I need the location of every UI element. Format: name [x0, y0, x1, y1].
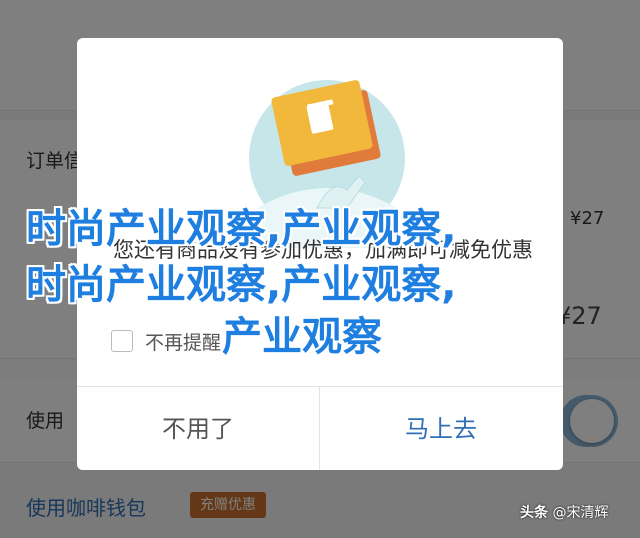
- source-logo: 头条: [520, 505, 548, 521]
- watermark-line-3: 产业观察: [222, 314, 382, 360]
- dialog-footer: 不用了 马上去: [77, 386, 563, 470]
- source-credit: 头条 @宋清辉: [520, 502, 608, 522]
- watermark-line-1: 时尚产业观察,产业观察,: [26, 206, 457, 252]
- dont-remind-checkbox[interactable]: [111, 330, 133, 352]
- cancel-button[interactable]: 不用了: [77, 387, 319, 470]
- dont-remind-label: 不再提醒: [145, 332, 222, 354]
- go-now-button[interactable]: 马上去: [320, 387, 562, 470]
- author-handle: @宋清辉: [552, 505, 609, 521]
- watermark-line-2: 时尚产业观察,产业观察,: [26, 262, 457, 308]
